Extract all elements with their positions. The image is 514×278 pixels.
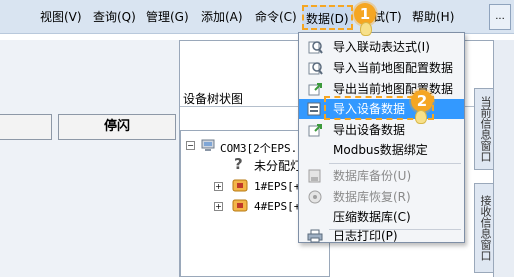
restore-icon (308, 190, 322, 204)
tab-current-info[interactable]: 当前信息窗口 (474, 88, 494, 170)
menu-item-label: 压缩数据库(C) (333, 210, 411, 224)
backup-icon (308, 169, 321, 183)
menu-item-label: 数据库备份(U) (333, 169, 412, 183)
menu-command[interactable]: 命令(C) (255, 8, 297, 26)
menu-item-label: Modbus数据绑定 (333, 143, 428, 157)
menu-view[interactable]: 视图(V) (40, 8, 82, 26)
menu-bar: 视图(V) 查询(Q) 管理(G) 添加(A) 命令(C) 数据(D) 调试(T… (0, 0, 514, 34)
menu-manage[interactable]: 管理(G) (146, 8, 189, 26)
menu-item-db-backup[interactable]: 数据库备份(U) (299, 166, 464, 186)
menu-item-modbus-binding[interactable]: Modbus数据绑定 (299, 140, 464, 160)
menu-item-export-device[interactable]: 导出设备数据 (299, 120, 464, 140)
menu-item-compress-db[interactable]: 压缩数据库(C) (299, 207, 464, 227)
flash-button[interactable] (0, 114, 52, 140)
lightbulb-icon (360, 22, 372, 36)
menu-item-label: 导出设备数据 (333, 123, 406, 137)
left-panel (0, 40, 180, 277)
print-icon (307, 229, 323, 243)
question-icon: ? (234, 155, 243, 173)
menu-item-label: 数据库恢复(R) (333, 190, 411, 204)
menu-add[interactable]: 添加(A) (201, 8, 243, 26)
stop-flash-button[interactable]: 停闪 (58, 114, 176, 140)
export-device-icon (308, 124, 322, 137)
menu-item-import-linkage[interactable]: 导入联动表达式(I) (299, 37, 464, 57)
data-menu-dropdown: 导入联动表达式(I) 导入当前地图配置数据 导出当前地图配置数据 导入设备数据 … (298, 32, 465, 243)
computer-icon (201, 139, 215, 151)
menu-item-db-restore[interactable]: 数据库恢复(R) (299, 187, 464, 207)
right-strip (493, 40, 514, 277)
menu-item-label: 日志打印(P) (333, 229, 398, 243)
lightbulb-icon (415, 110, 427, 124)
import-map-icon (308, 62, 323, 75)
tree-title: 设备树状图 (183, 92, 244, 106)
collapse-icon[interactable]: − (186, 141, 195, 150)
export-map-icon (308, 83, 322, 96)
menu-data[interactable]: 数据(D) (302, 5, 353, 30)
warning-device-icon (232, 199, 248, 212)
menu-item-label: 导入联动表达式(I) (333, 40, 430, 54)
expand-icon[interactable]: + (214, 182, 223, 191)
menu-item-import-map[interactable]: 导入当前地图配置数据 (299, 58, 464, 78)
import-icon (308, 41, 323, 54)
tab-receive-info[interactable]: 接收信息窗口 (474, 183, 494, 273)
warning-device-icon (232, 179, 248, 192)
menu-separator (329, 163, 461, 164)
menu-item-label: 导入当前地图配置数据 (333, 61, 454, 75)
menu-item-print-log[interactable]: 日志打印(P) (299, 226, 464, 246)
step-badge-2: 2 (411, 90, 433, 112)
menu-overflow-button[interactable]: ... (489, 4, 511, 30)
tree-node-label: COM3[2个EPS... (220, 142, 311, 155)
tree-node-label: 未分配灯 (254, 159, 303, 173)
expand-icon[interactable]: + (214, 202, 223, 211)
import-device-icon (307, 102, 321, 116)
menu-query[interactable]: 查询(Q) (93, 8, 136, 26)
menu-help[interactable]: 帮助(H) (412, 8, 454, 26)
